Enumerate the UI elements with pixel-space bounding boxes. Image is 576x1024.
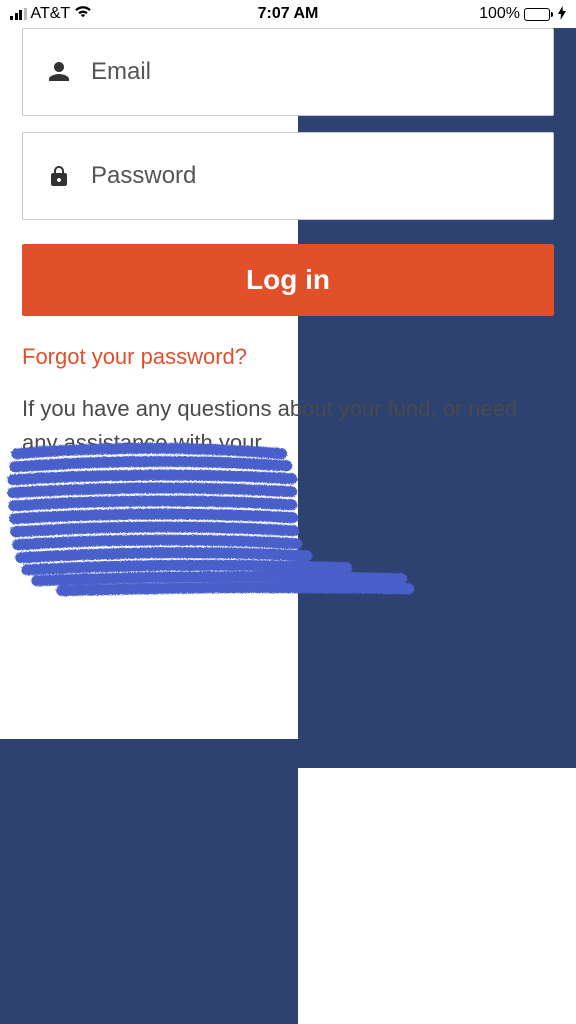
bg-panel-bottom-left <box>0 739 298 1024</box>
password-input[interactable] <box>79 162 537 190</box>
email-input[interactable] <box>79 58 537 86</box>
wifi-icon <box>74 5 92 23</box>
login-button[interactable]: Log in <box>22 244 554 316</box>
lock-icon <box>39 164 79 188</box>
email-field-container[interactable] <box>22 28 554 116</box>
person-icon <box>39 60 79 84</box>
status-bar: AT&T 7:07 AM 100% <box>0 0 576 28</box>
password-field-container[interactable] <box>22 132 554 220</box>
charging-icon <box>558 6 566 23</box>
help-text: If you have any questions about your fun… <box>22 392 554 600</box>
carrier-label: AT&T <box>31 5 71 23</box>
battery-percent: 100% <box>479 5 520 23</box>
forgot-password-link[interactable]: Forgot your password? <box>22 344 554 370</box>
login-form: Log in Forgot your password? If you have… <box>0 28 576 600</box>
cell-signal-icon <box>10 8 27 20</box>
battery-icon <box>524 8 553 21</box>
